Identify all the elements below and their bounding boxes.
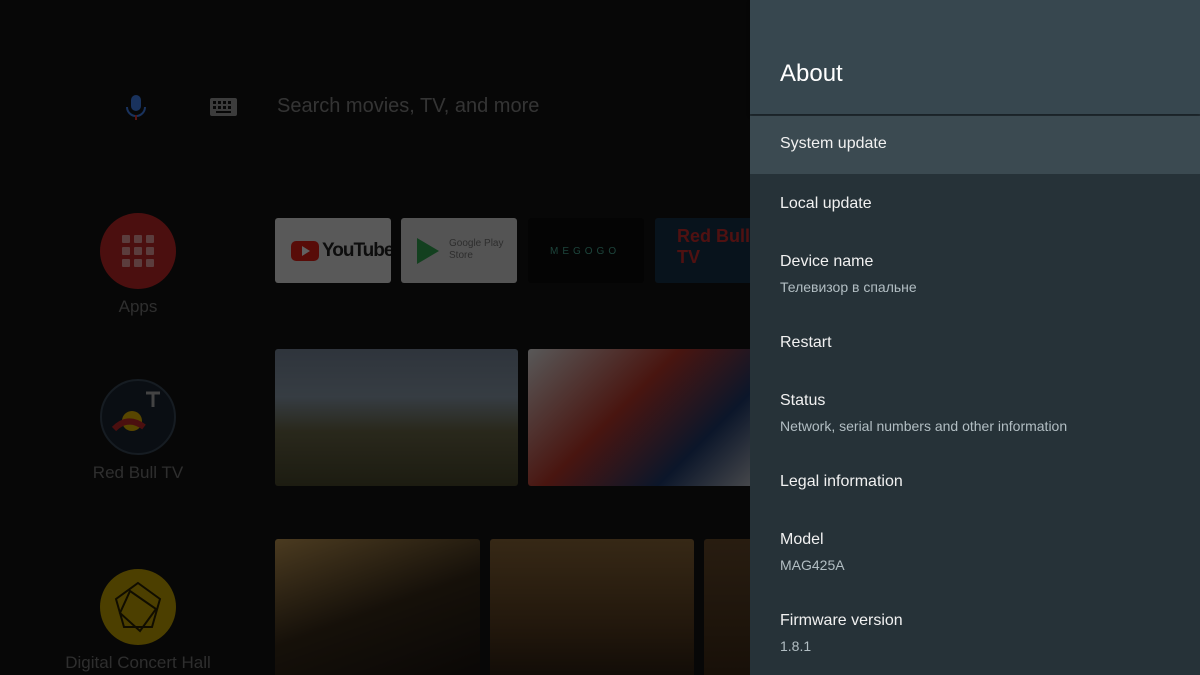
red-bull-tv-logo <box>100 379 176 455</box>
app-tile-google-play[interactable]: Google Play Store <box>401 218 517 283</box>
content-card-mountain-bike[interactable] <box>275 349 518 486</box>
settings-item-local-update[interactable]: Local update <box>750 176 1200 234</box>
item-title: Local update <box>780 195 872 212</box>
item-subtitle: Телевизор в спальне <box>780 279 917 295</box>
microphone-icon[interactable] <box>124 94 148 122</box>
settings-item-device-name[interactable]: Device name Телевизор в спальне <box>750 234 1200 315</box>
keyboard-icon[interactable] <box>210 98 237 116</box>
sidebar-item-digital-concert-hall[interactable]: Digital Concert Hall <box>60 569 216 673</box>
megogo-logo: MEGOGO <box>550 246 621 257</box>
search-placeholder[interactable]: Search movies, TV, and more <box>277 95 539 118</box>
panel-header: About <box>750 0 1200 114</box>
content-card-conductor[interactable] <box>275 539 480 675</box>
item-subtitle: Network, serial numbers and other inform… <box>780 418 1068 434</box>
sidebar-item-label: Digital Concert Hall <box>65 653 211 672</box>
item-title: Firmware version <box>780 612 903 629</box>
search-bar[interactable]: Search movies, TV, and more <box>0 86 750 130</box>
item-title: Restart <box>780 334 832 351</box>
red-bull-tv-tile-logo: Red Bull TV <box>677 226 750 267</box>
app-tile-megogo[interactable]: MEGOGO <box>528 218 644 283</box>
app-tile-red-bull-tv[interactable]: Red Bull TV <box>655 218 750 283</box>
item-title: Device name <box>780 253 874 270</box>
google-play-label: Google Play Store <box>449 238 504 261</box>
app-tile-youtube[interactable]: YouTube <box>275 218 391 283</box>
content-card-concert-hall-2[interactable] <box>704 539 750 675</box>
item-title: Model <box>780 531 824 548</box>
settings-item-restart[interactable]: Restart <box>750 315 1200 373</box>
settings-panel: About System update Local update Device … <box>750 0 1200 675</box>
content-card-skier[interactable] <box>528 349 750 486</box>
sidebar-item-label: Apps <box>118 297 158 316</box>
sidebar-item-apps[interactable]: Apps <box>60 213 216 317</box>
settings-item-status[interactable]: Status Network, serial numbers and other… <box>750 373 1200 454</box>
sidebar-item-red-bull-tv[interactable]: Red Bull TV <box>60 379 216 483</box>
settings-item-legal-information[interactable]: Legal information <box>750 454 1200 512</box>
item-subtitle: 1.8.1 <box>780 638 812 654</box>
launcher-background: Search movies, TV, and more Apps Red Bul… <box>0 0 750 675</box>
page-title: About <box>780 60 843 87</box>
item-title: System update <box>780 135 887 152</box>
settings-item-firmware-version[interactable]: Firmware version 1.8.1 <box>750 593 1200 674</box>
item-subtitle: MAG425A <box>780 557 845 573</box>
settings-list: System update Local update Device name Т… <box>750 116 1200 674</box>
settings-item-system-update[interactable]: System update <box>750 116 1200 174</box>
youtube-logo: YouTube <box>291 240 391 262</box>
settings-item-model[interactable]: Model MAG425A <box>750 512 1200 593</box>
item-title: Legal information <box>780 473 903 490</box>
sidebar-item-label: Red Bull TV <box>92 463 184 482</box>
item-title: Status <box>780 392 826 409</box>
apps-icon <box>100 213 176 289</box>
google-play-icon <box>417 238 439 264</box>
content-card-concert-hall[interactable] <box>490 539 694 675</box>
digital-concert-hall-logo <box>100 569 176 645</box>
